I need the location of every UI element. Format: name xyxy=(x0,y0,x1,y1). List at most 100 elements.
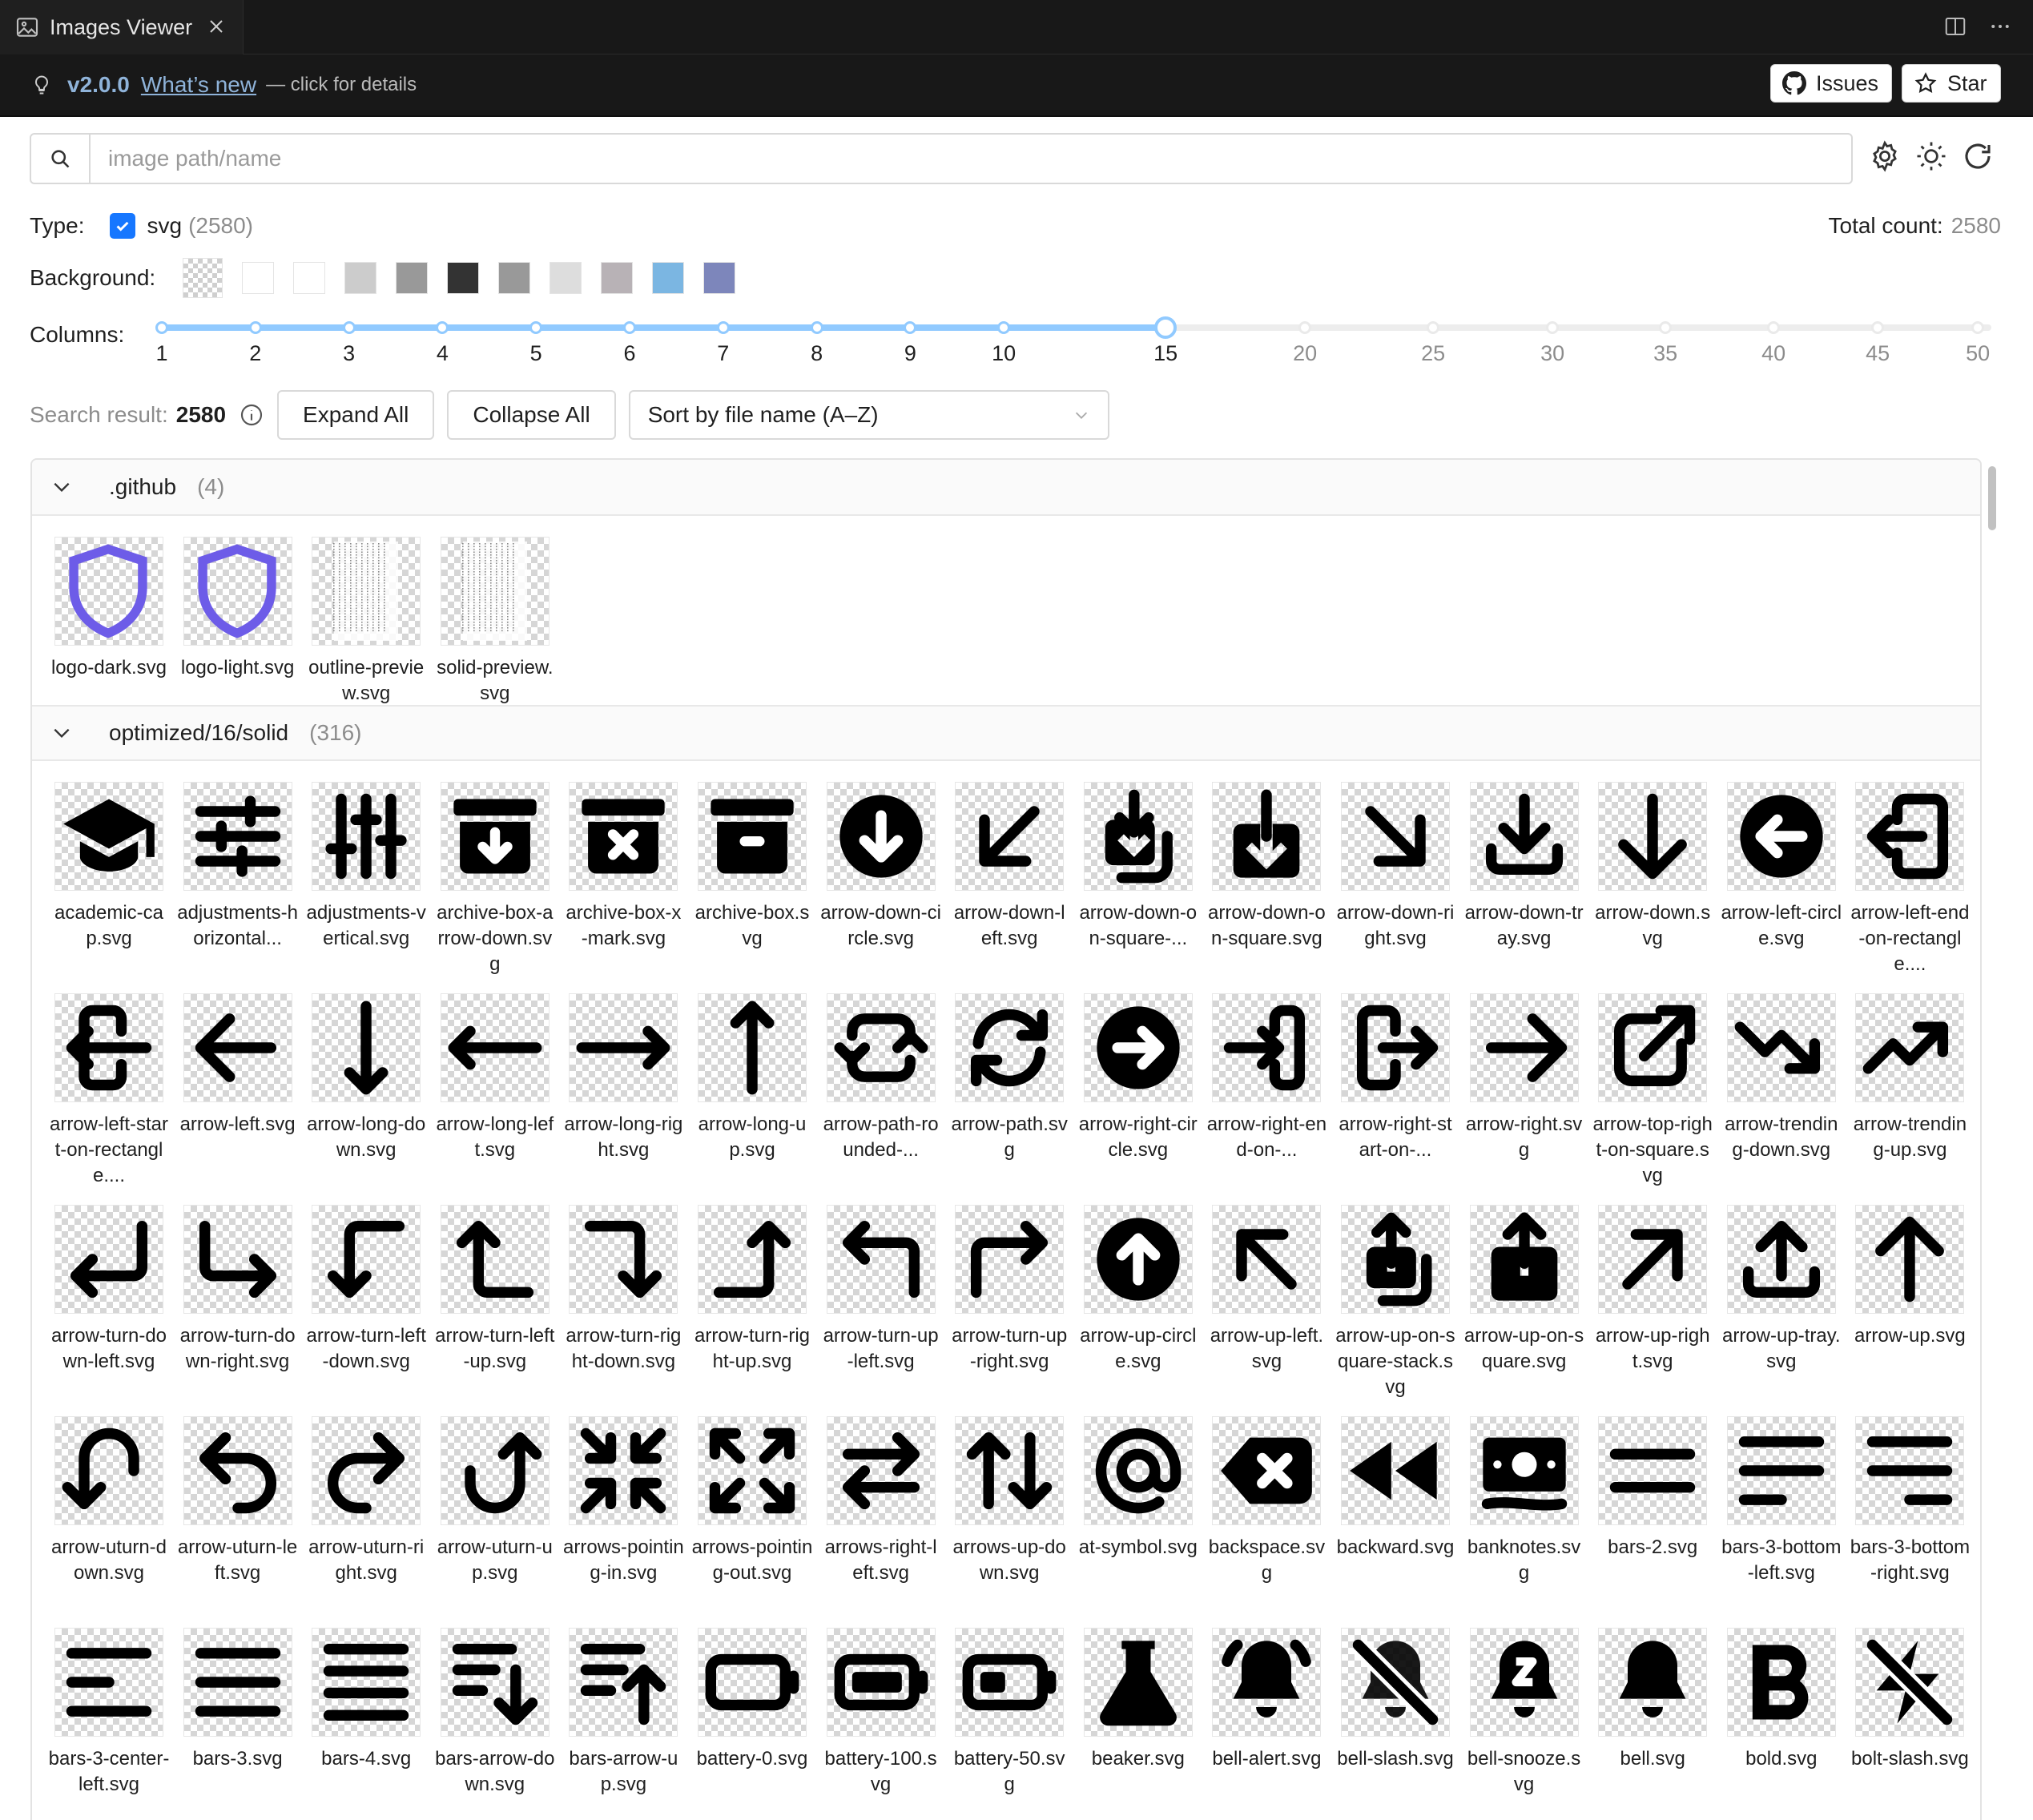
image-thumbnail[interactable] xyxy=(183,1628,292,1737)
image-tile[interactable]: arrow-trending-down.svg xyxy=(1717,993,1846,1163)
chevron-down-icon[interactable] xyxy=(51,723,72,743)
image-thumbnail[interactable] xyxy=(826,782,936,891)
image-thumbnail[interactable] xyxy=(698,1416,807,1525)
image-thumbnail[interactable] xyxy=(1726,1416,1836,1525)
slider-dot[interactable] xyxy=(997,321,1011,334)
image-tile[interactable]: arrow-turn-right-up.svg xyxy=(688,1205,816,1375)
slider-dot[interactable] xyxy=(436,321,449,334)
image-tile[interactable]: arrow-long-right.svg xyxy=(559,993,687,1163)
image-thumbnail[interactable] xyxy=(1726,1205,1836,1314)
slider-dot[interactable] xyxy=(623,321,636,334)
image-thumbnail[interactable] xyxy=(955,1628,1065,1737)
image-tile[interactable]: backspace.svg xyxy=(1202,1416,1331,1586)
gear-icon[interactable] xyxy=(1868,139,1902,173)
image-tile[interactable]: arrow-down-circle.svg xyxy=(817,782,945,952)
whats-new-link[interactable]: What’s new xyxy=(141,72,256,98)
image-tile[interactable]: arrow-path-rounded-... xyxy=(817,993,945,1163)
image-tile[interactable]: arrow-left-start-on-rectangle.... xyxy=(45,993,173,1189)
image-thumbnail[interactable] xyxy=(955,993,1065,1102)
image-tile[interactable]: archive-box-x-mark.svg xyxy=(559,782,687,952)
image-thumbnail[interactable] xyxy=(1212,782,1322,891)
image-tile[interactable]: arrow-long-left.svg xyxy=(431,993,559,1163)
image-thumbnail[interactable] xyxy=(312,782,421,891)
slider-dot[interactable] xyxy=(342,321,356,334)
image-tile[interactable]: bars-3.svg xyxy=(174,1628,302,1772)
image-tile[interactable]: arrows-up-down.svg xyxy=(945,1416,1073,1586)
image-tile[interactable]: bars-arrow-up.svg xyxy=(559,1628,687,1798)
image-thumbnail[interactable] xyxy=(54,1205,163,1314)
image-thumbnail[interactable] xyxy=(1341,993,1450,1102)
image-tile[interactable]: bars-3-center-left.svg xyxy=(45,1628,173,1798)
image-tile[interactable]: arrow-turn-up-right.svg xyxy=(945,1205,1073,1375)
transparent-swatch[interactable] xyxy=(183,258,223,298)
image-thumbnail[interactable] xyxy=(312,1628,421,1737)
image-tile[interactable]: arrow-right-start-on-... xyxy=(1331,993,1459,1163)
slider-dot[interactable] xyxy=(1546,321,1560,334)
image-thumbnail[interactable] xyxy=(440,1205,550,1314)
image-thumbnail[interactable] xyxy=(440,782,550,891)
image-thumbnail[interactable] xyxy=(1855,1628,1965,1737)
slider-mark[interactable]: 25 xyxy=(1421,341,1445,366)
image-tile[interactable]: arrow-up-on-square.svg xyxy=(1460,1205,1588,1375)
slider-mark[interactable]: 20 xyxy=(1293,341,1317,366)
image-tile[interactable]: arrow-up-circle.svg xyxy=(1074,1205,1202,1375)
image-thumbnail[interactable] xyxy=(1083,782,1193,891)
image-tile[interactable]: arrow-down-on-square.svg xyxy=(1202,782,1331,952)
image-tile[interactable]: bell-alert.svg xyxy=(1202,1628,1331,1772)
image-thumbnail[interactable] xyxy=(54,782,163,891)
image-tile[interactable]: arrow-turn-left-up.svg xyxy=(431,1205,559,1375)
image-tile[interactable]: arrow-left-circle.svg xyxy=(1717,782,1846,952)
group-header[interactable]: .github (4) xyxy=(32,460,1980,516)
image-thumbnail[interactable] xyxy=(569,1205,678,1314)
color-swatch[interactable] xyxy=(550,262,582,294)
image-thumbnail[interactable] xyxy=(1598,993,1708,1102)
slider-mark[interactable]: 2 xyxy=(249,341,261,366)
slider-dot[interactable] xyxy=(529,321,543,334)
image-tile[interactable]: academic-cap.svg xyxy=(45,782,173,952)
image-tile[interactable]: bars-3-bottom-right.svg xyxy=(1846,1416,1974,1586)
image-tile[interactable]: arrow-right.svg xyxy=(1460,993,1588,1163)
image-tile[interactable]: solid-preview.svg xyxy=(431,537,559,707)
image-tile[interactable]: arrow-path.svg xyxy=(945,993,1073,1163)
image-tile[interactable]: bell-snooze.svg xyxy=(1460,1628,1588,1798)
image-thumbnail[interactable] xyxy=(1598,782,1708,891)
image-tile[interactable]: arrow-uturn-down.svg xyxy=(45,1416,173,1586)
image-thumbnail[interactable] xyxy=(1469,782,1579,891)
image-tile[interactable]: bars-arrow-down.svg xyxy=(431,1628,559,1798)
slider-dot[interactable] xyxy=(155,321,168,334)
image-thumbnail[interactable] xyxy=(1469,1416,1579,1525)
image-thumbnail[interactable] xyxy=(1212,993,1322,1102)
image-thumbnail[interactable] xyxy=(440,1628,550,1737)
slider-dot[interactable] xyxy=(1871,321,1885,334)
image-thumbnail[interactable] xyxy=(54,993,163,1102)
image-thumbnail[interactable] xyxy=(312,1205,421,1314)
image-tile[interactable]: arrow-long-up.svg xyxy=(688,993,816,1163)
slider-dot[interactable] xyxy=(1659,321,1673,334)
vertical-scrollbar[interactable] xyxy=(1983,458,2001,1820)
image-tile[interactable]: arrow-up-tray.svg xyxy=(1717,1205,1846,1375)
image-tile[interactable]: at-symbol.svg xyxy=(1074,1416,1202,1560)
image-thumbnail[interactable] xyxy=(569,1628,678,1737)
image-thumbnail[interactable] xyxy=(1598,1205,1708,1314)
image-tile[interactable]: beaker.svg xyxy=(1074,1628,1202,1772)
split-editor-icon[interactable] xyxy=(1943,14,1967,38)
image-thumbnail[interactable] xyxy=(1469,1628,1579,1737)
image-thumbnail[interactable] xyxy=(1212,1416,1322,1525)
image-thumbnail[interactable] xyxy=(1855,1205,1965,1314)
slider-dot[interactable] xyxy=(904,321,917,334)
image-tile[interactable]: arrow-up-left.svg xyxy=(1202,1205,1331,1375)
image-thumbnail[interactable] xyxy=(1855,993,1965,1102)
image-tile[interactable]: arrow-left-end-on-rectangle.... xyxy=(1846,782,1974,977)
expand-all-button[interactable]: Expand All xyxy=(277,390,435,440)
image-thumbnail[interactable] xyxy=(955,782,1065,891)
image-tile[interactable]: arrow-down-on-square-... xyxy=(1074,782,1202,952)
slider-mark[interactable]: 1 xyxy=(155,341,167,366)
image-thumbnail[interactable] xyxy=(312,537,421,646)
image-thumbnail[interactable] xyxy=(1083,1205,1193,1314)
more-actions-icon[interactable] xyxy=(1988,14,2012,38)
image-thumbnail[interactable] xyxy=(440,1416,550,1525)
image-thumbnail[interactable] xyxy=(1726,993,1836,1102)
columns-slider[interactable]: 1 2 3 4 5 6 7 8 9 10 15 20 25 30 35 40 45 50 xyxy=(155,316,1991,366)
color-swatch[interactable] xyxy=(344,262,377,294)
color-swatch[interactable] xyxy=(447,262,480,294)
